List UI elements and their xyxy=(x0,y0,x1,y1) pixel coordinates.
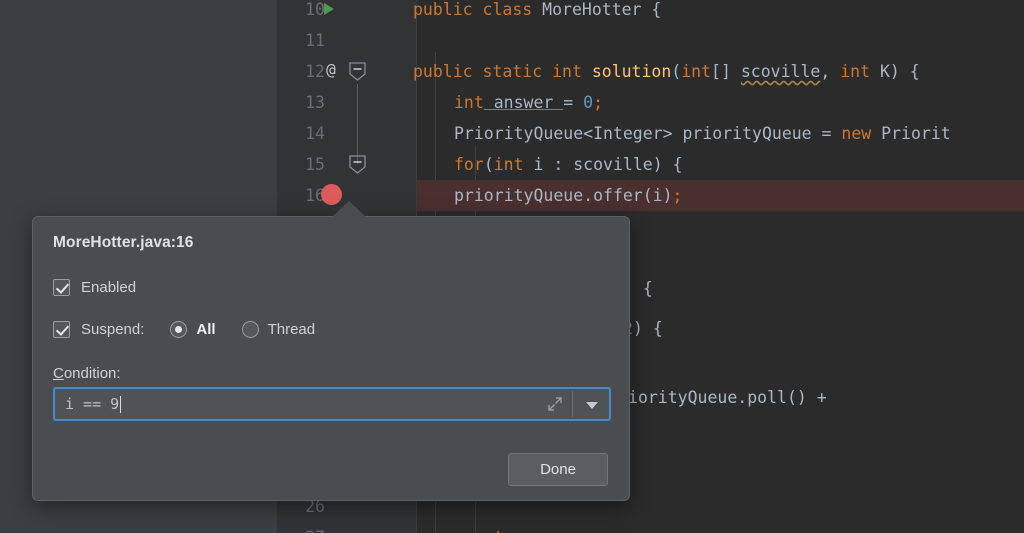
text-caret xyxy=(120,395,122,413)
suspend-label: Suspend: xyxy=(81,321,145,338)
code-token-text: answer xyxy=(534,528,604,533)
condition-label: Condition: xyxy=(53,365,121,382)
code-token-text: ) { xyxy=(632,319,663,338)
line-number: 16 xyxy=(305,186,325,205)
enabled-checkbox-row[interactable]: Enabled xyxy=(53,279,136,296)
code-line[interactable]: 27 return answer; xyxy=(277,522,1024,533)
code-token-text: i : scoville) { xyxy=(523,155,683,174)
suspend-row[interactable]: Suspend: All Thread xyxy=(53,321,315,338)
chevron-down-icon[interactable] xyxy=(586,402,598,409)
code-line[interactable]: 16 xyxy=(277,180,1024,211)
line-number: 10 xyxy=(305,0,325,19)
code-token-variable: answer xyxy=(483,93,564,112)
code-token-text: priorityQueue.poll() + xyxy=(608,388,827,407)
code-line[interactable]: 15 for(int i : scoville) { xyxy=(277,149,1024,180)
annotation-icon[interactable]: @ xyxy=(321,60,341,80)
code-line[interactable]: 11 xyxy=(277,25,1024,56)
code-token-punct: ( xyxy=(671,62,682,81)
code-token-parameter: scoville xyxy=(740,62,821,81)
line-number: 12 xyxy=(305,62,325,81)
line-number: 11 xyxy=(305,31,325,50)
code-token-parameter: K) { xyxy=(870,62,920,81)
breakpoint-properties-popup[interactable]: MoreHotter.java:16 Enabled Suspend: All … xyxy=(32,201,630,501)
code-line[interactable]: 12 @ public static int solution(int[] sc… xyxy=(277,56,1024,87)
popup-pointer-arrow xyxy=(331,201,367,218)
run-arrow-icon[interactable] xyxy=(324,3,334,15)
enabled-label: Enabled xyxy=(81,279,137,296)
code-token-class-name: MoreHotter { xyxy=(532,0,662,19)
code-token-keyword: public static int xyxy=(413,62,582,81)
screen: 10 public class MoreHotter { 11 12 @ pub… xyxy=(0,0,1024,533)
code-token-punct: ; xyxy=(603,528,613,533)
suspend-thread-label: Thread xyxy=(267,321,316,338)
line-number: 27 xyxy=(277,522,325,533)
code-token-keyword: int xyxy=(840,62,871,81)
suspend-all-radio[interactable] xyxy=(170,321,188,338)
suspend-all-label: All xyxy=(196,321,216,338)
fold-minus-icon[interactable] xyxy=(349,62,366,81)
code-token-text: PriorityQueue<Integer> priorityQueue = xyxy=(454,124,842,143)
suspend-checkbox[interactable] xyxy=(53,321,70,338)
code-token-number: 0 xyxy=(583,93,594,112)
code-token-operator: = xyxy=(563,93,584,112)
fold-minus-icon[interactable] xyxy=(349,155,366,174)
condition-value: i == 9 xyxy=(65,395,120,413)
line-number: 14 xyxy=(305,124,325,143)
suspend-policy-radio-group[interactable]: All Thread xyxy=(170,321,315,338)
code-token-punct: [] xyxy=(711,62,741,81)
dropdown-separator xyxy=(572,391,573,417)
condition-input[interactable]: i == 9 xyxy=(53,387,611,421)
done-button[interactable]: Done xyxy=(508,453,608,486)
enabled-checkbox[interactable] xyxy=(53,279,70,296)
condition-label-accel: C xyxy=(53,365,64,382)
line-number: 13 xyxy=(305,93,325,112)
code-token-keyword: new xyxy=(841,124,872,143)
suspend-thread-radio[interactable] xyxy=(241,321,259,338)
code-token-keyword: int xyxy=(493,155,524,174)
code-token-punct: ; xyxy=(593,93,604,112)
code-token-keyword: for xyxy=(454,155,484,174)
code-token-punct: , xyxy=(820,62,841,81)
popup-title: MoreHotter.java:16 xyxy=(53,234,194,251)
condition-label-rest: ondition: xyxy=(63,365,121,382)
code-token-keyword: public class xyxy=(413,0,533,19)
code-token-keyword: return xyxy=(474,528,534,533)
code-line[interactable]: 10 public class MoreHotter { xyxy=(277,0,1024,25)
code-token-keyword: int xyxy=(681,62,712,81)
code-token-text: Priorit xyxy=(871,124,951,143)
line-number: 15 xyxy=(305,155,325,174)
code-line[interactable]: 13 int answer = 0; xyxy=(277,87,1024,118)
code-token-keyword: int xyxy=(454,93,484,112)
code-token-method: solution xyxy=(581,62,672,81)
code-line[interactable]: 14 PriorityQueue<Integer> priorityQueue … xyxy=(277,118,1024,149)
code-token-punct: ( xyxy=(483,155,494,174)
expand-arrows-icon[interactable] xyxy=(547,396,563,412)
